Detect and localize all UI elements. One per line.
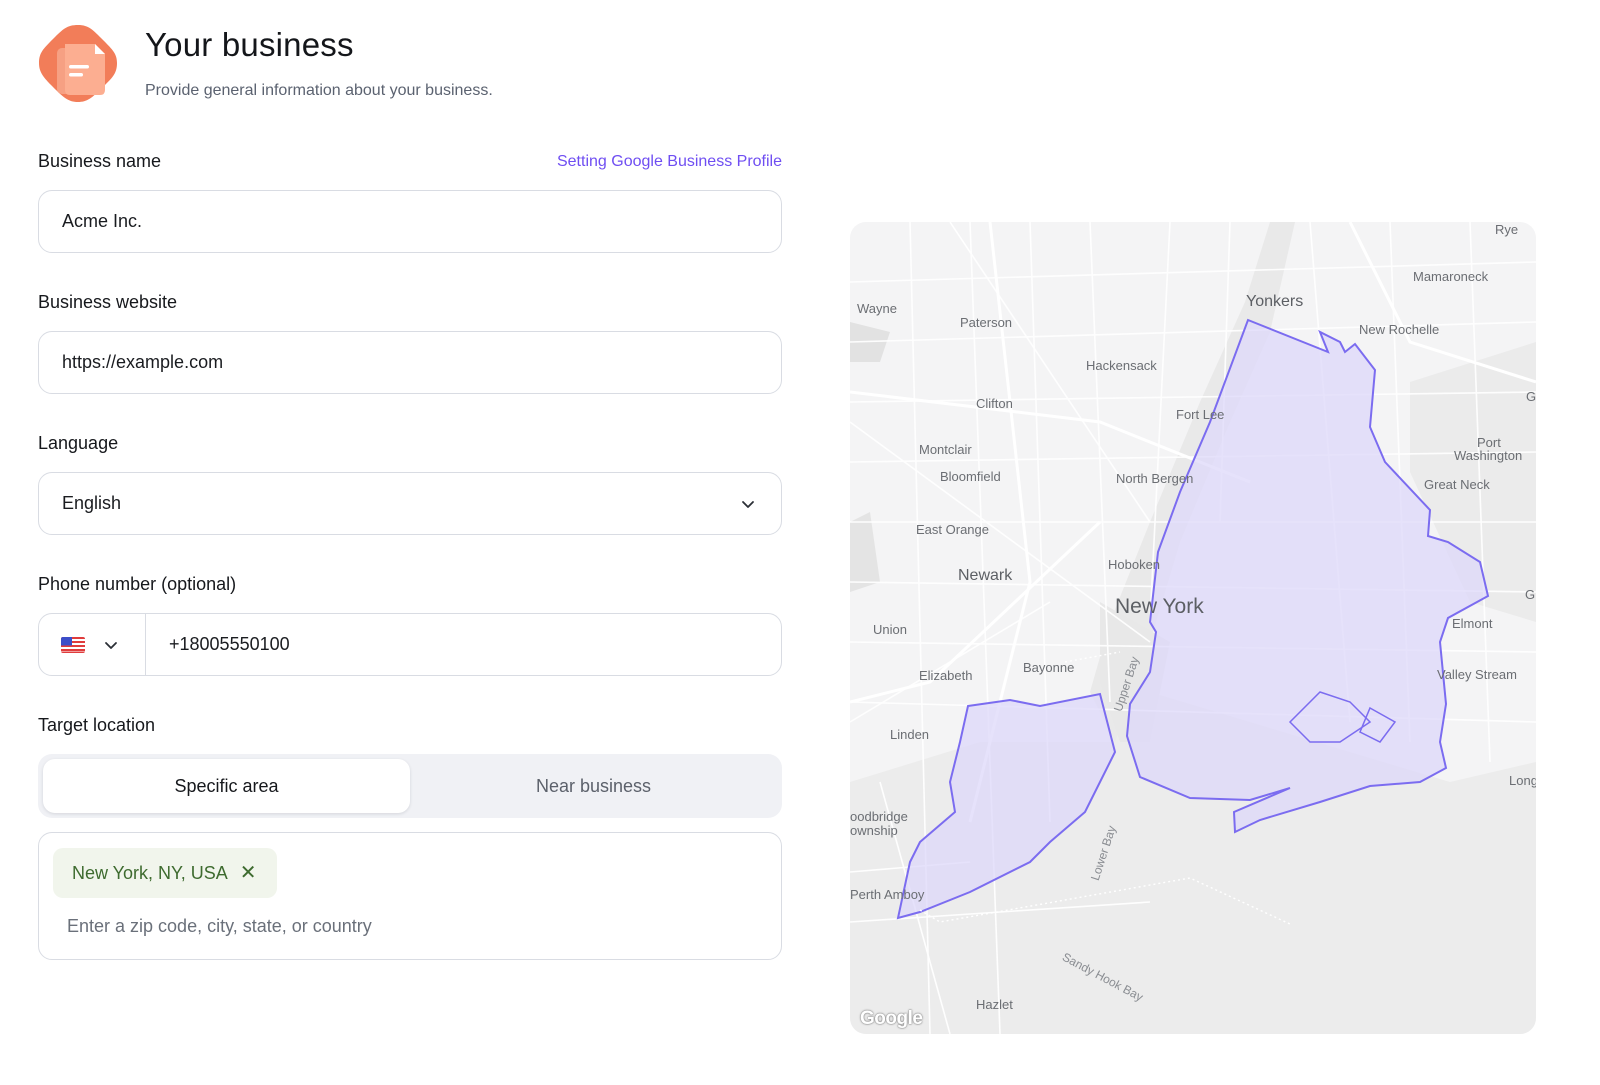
map-label: Great Neck <box>1424 477 1490 492</box>
map-label: Valley Stream <box>1437 667 1517 682</box>
map-label: East Orange <box>916 522 989 537</box>
map-label: Rye <box>1495 222 1519 237</box>
map-label: New York <box>1115 595 1204 618</box>
map-label: Paterson <box>960 315 1013 330</box>
map-label: Mamaroneck <box>1413 269 1489 284</box>
target-location-toggle: Specific area Near business <box>38 754 782 818</box>
map-label: Bloomfield <box>940 469 1001 484</box>
map-label: Yonkers <box>1246 293 1304 310</box>
location-input-box[interactable]: New York, NY, USA ✕ Enter a zip code, ci… <box>38 832 782 960</box>
location-chip: New York, NY, USA ✕ <box>53 848 277 898</box>
map-label: North Bergen <box>1116 471 1194 486</box>
google-logo: Google <box>860 1008 923 1029</box>
phone-field: +18005550100 <box>38 613 782 676</box>
business-name-label: Business name <box>38 151 162 171</box>
language-select[interactable]: English <box>38 472 782 535</box>
phone-input[interactable]: +18005550100 <box>146 634 290 655</box>
business-website-input[interactable]: https://example.com <box>38 331 782 394</box>
map-label: Union <box>873 622 907 637</box>
business-website-label: Business website <box>38 292 178 312</box>
country-code-select[interactable] <box>39 614 146 675</box>
language-value: English <box>62 493 122 513</box>
phone-label: Phone number (optional) <box>38 574 237 594</box>
map-label: Elizabeth <box>919 668 973 683</box>
map-label: Washington <box>1454 448 1523 463</box>
map-label: Hackensack <box>1086 358 1157 373</box>
target-location-label: Target location <box>38 715 156 735</box>
map-label: Elmont <box>1452 616 1493 631</box>
map-label: New Rochelle <box>1359 322 1440 337</box>
tab-specific-area[interactable]: Specific area <box>43 759 410 813</box>
chevron-down-icon <box>105 641 117 649</box>
map-label: oodbridge <box>850 809 908 824</box>
map-label: Montclair <box>919 442 972 457</box>
tab-near-business[interactable]: Near business <box>410 759 777 813</box>
map-label: Bayonne <box>1023 660 1075 675</box>
document-icon <box>39 25 117 102</box>
location-input[interactable]: Enter a zip code, city, state, or countr… <box>67 916 372 937</box>
page-title: Your business <box>145 26 354 63</box>
map-label: ownship <box>850 823 898 838</box>
map-label: Perth Amboy <box>850 887 925 902</box>
map-label: Linden <box>890 727 930 742</box>
google-business-profile-link[interactable]: Setting Google Business Profile <box>557 153 782 171</box>
business-name-input[interactable]: Acme Inc. <box>38 190 782 253</box>
map-label: G <box>1526 389 1536 404</box>
map-canvas <box>850 222 1536 1034</box>
map-label: Newark <box>958 567 1013 584</box>
page-subtitle: Provide general information about your b… <box>145 82 493 99</box>
chevron-down-icon <box>742 500 754 508</box>
map[interactable]: Rye Mamaroneck Wayne Paterson Yonkers Ne… <box>850 222 1536 1034</box>
map-label: Fort Lee <box>1176 407 1225 422</box>
language-label: Language <box>38 433 119 453</box>
map-label: Long I <box>1509 773 1536 788</box>
map-label: Wayne <box>857 301 897 316</box>
map-label: Clifton <box>976 396 1013 411</box>
page-header: Your business Provide general informatio… <box>37 22 837 112</box>
map-label: Hazlet <box>976 997 1013 1012</box>
close-icon[interactable]: ✕ <box>240 863 257 883</box>
location-chip-label: New York, NY, USA <box>72 862 228 883</box>
map-label: G <box>1525 587 1536 602</box>
us-flag-icon <box>61 636 85 653</box>
map-label: Hoboken <box>1108 557 1161 572</box>
